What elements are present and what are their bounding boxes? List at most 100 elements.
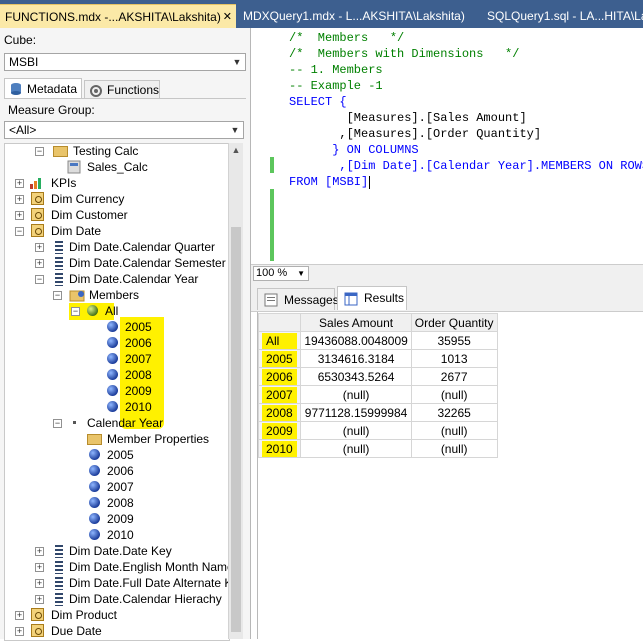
table-row[interactable]: 2008 9771128.15999984 32265 [257, 403, 498, 422]
dimension-icon [31, 192, 44, 205]
expand-icon[interactable]: + [35, 243, 44, 252]
member-icon [107, 321, 118, 332]
grid-icon [344, 292, 358, 306]
collapse-icon[interactable]: − [53, 419, 62, 428]
tree-node-label: Dim Date.Full Date Alternate Key [69, 576, 230, 590]
row-header[interactable]: 2009 [257, 421, 302, 440]
expand-icon[interactable]: + [15, 611, 24, 620]
hierarchy-icon [55, 577, 63, 590]
hierarchy-icon [55, 545, 63, 558]
table-row[interactable]: 2006 6530343.5264 2677 [257, 367, 498, 386]
member-icon [107, 369, 118, 380]
hierarchy-icon [55, 593, 63, 606]
cell-sales-amount[interactable]: 19436088.0048009 [300, 331, 412, 350]
member-icon [89, 497, 100, 508]
tab-functions[interactable]: Functions [84, 80, 160, 98]
expand-icon[interactable]: + [35, 563, 44, 572]
row-header-label: 2007 [262, 386, 297, 403]
tree-node-label: 2005 [125, 320, 152, 334]
expand-icon[interactable]: + [35, 547, 44, 556]
table-row[interactable]: 2010 (null) (null) [257, 439, 498, 458]
chevron-down-icon[interactable]: ▼ [227, 122, 243, 138]
row-header[interactable]: 2007 [257, 385, 302, 404]
cell-sales-amount[interactable]: (null) [300, 439, 412, 458]
expand-icon[interactable]: + [15, 195, 24, 204]
dimension-icon [31, 608, 44, 621]
tree-node-label: Dim Date.Calendar Year [69, 272, 199, 286]
cell-order-quantity[interactable]: 35955 [410, 331, 498, 350]
tree-node-label: All [105, 304, 119, 318]
code-line: ,[Dim Date].[Calendar Year].MEMBERS ON R… [289, 159, 643, 173]
measure-group-select[interactable]: <All> ▼ [4, 121, 244, 139]
tab-messages[interactable]: Messages [257, 288, 339, 310]
code-line: [Measures].[Sales Amount] [289, 111, 527, 125]
table-row[interactable]: 2009 (null) (null) [257, 421, 498, 440]
tab-sqlquery1[interactable]: SQLQuery1.sql - LA...HITA\Lakshita) [482, 4, 643, 28]
expand-icon[interactable]: + [35, 579, 44, 588]
cell-order-quantity[interactable]: 32265 [410, 403, 498, 422]
change-marker [270, 157, 274, 173]
tree-scrollbar[interactable]: ▲ [228, 143, 243, 639]
cell-order-quantity[interactable]: (null) [410, 421, 498, 440]
expand-icon[interactable]: + [15, 627, 24, 636]
collapse-icon[interactable]: − [53, 291, 62, 300]
row-header[interactable]: All [257, 331, 302, 350]
collapse-icon[interactable]: − [71, 307, 80, 316]
cell-sales-amount[interactable]: (null) [300, 385, 412, 404]
cell-sales-amount[interactable]: 6530343.5264 [300, 367, 412, 386]
code-line: -- 1. Members [289, 63, 383, 77]
column-header[interactable]: Order Quantity [410, 313, 498, 332]
query-editor[interactable]: /* Members */ /* Members with Dimensions… [251, 28, 643, 264]
tab-mdxquery1[interactable]: MDXQuery1.mdx - L...AKSHITA\Lakshita) [238, 4, 478, 28]
collapse-icon[interactable]: − [15, 227, 24, 236]
cube-select[interactable]: MSBI ▼ [4, 53, 246, 71]
chevron-down-icon[interactable]: ▼ [297, 267, 305, 280]
tree-node-label: Member Properties [107, 432, 210, 446]
cell-order-quantity[interactable]: (null) [410, 439, 498, 458]
tab-metadata[interactable]: Metadata [4, 78, 82, 98]
collapse-icon[interactable]: − [35, 275, 44, 284]
results-grid[interactable]: Sales Amount Order Quantity All 19436088… [257, 313, 498, 458]
tab-functions-mdx[interactable]: FUNCTIONS.mdx -...AKSHITA\Lakshita) ✕ [0, 4, 236, 28]
column-header[interactable]: Sales Amount [300, 313, 412, 332]
grid-corner[interactable] [257, 313, 302, 332]
member-icon [107, 401, 118, 412]
code-line: -- Example -1 [289, 79, 383, 93]
expand-icon[interactable]: + [35, 259, 44, 268]
cell-sales-amount[interactable]: 9771128.15999984 [300, 403, 412, 422]
row-header[interactable]: 2010 [257, 439, 302, 458]
tab-label: Metadata [27, 82, 78, 96]
row-header[interactable]: 2008 [257, 403, 302, 422]
cell-sales-amount[interactable]: 3134616.3184 [300, 349, 412, 368]
dimension-icon [31, 208, 44, 221]
expand-icon[interactable]: + [15, 179, 24, 188]
functions-icon [90, 85, 102, 97]
cell-sales-amount[interactable]: (null) [300, 421, 412, 440]
tree-node-label: Dim Date.Calendar Hierachy [69, 592, 222, 606]
folder-icon [87, 434, 102, 445]
close-icon[interactable]: ✕ [223, 5, 232, 28]
cell-order-quantity[interactable]: (null) [410, 385, 498, 404]
cell-order-quantity[interactable]: 2677 [410, 367, 498, 386]
expand-icon[interactable]: + [35, 595, 44, 604]
table-row[interactable]: 2007 (null) (null) [257, 385, 498, 404]
zoom-bar: 100 % ▼ [251, 264, 643, 284]
hierarchy-icon [55, 241, 63, 254]
collapse-icon[interactable]: − [35, 147, 44, 156]
expand-icon[interactable]: + [15, 211, 24, 220]
table-row[interactable]: 2005 3134616.3184 1013 [257, 349, 498, 368]
metadata-tree[interactable]: − Testing Calc Sales_Calc + KPIs + Dim C… [4, 143, 230, 641]
member-icon [107, 353, 118, 364]
row-header[interactable]: 2005 [257, 349, 302, 368]
zoom-select[interactable]: 100 % ▼ [253, 266, 309, 281]
tab-label: Functions [107, 83, 160, 97]
scrollbar-thumb[interactable] [231, 227, 241, 632]
change-marker [270, 189, 274, 261]
tab-results[interactable]: Results [337, 286, 407, 310]
scroll-up-icon[interactable]: ▲ [229, 143, 243, 157]
row-header[interactable]: 2006 [257, 367, 302, 386]
table-row[interactable]: All 19436088.0048009 35955 [257, 331, 498, 350]
chevron-down-icon[interactable]: ▼ [229, 54, 245, 70]
zoom-value: 100 % [256, 267, 288, 279]
cell-order-quantity[interactable]: 1013 [410, 349, 498, 368]
